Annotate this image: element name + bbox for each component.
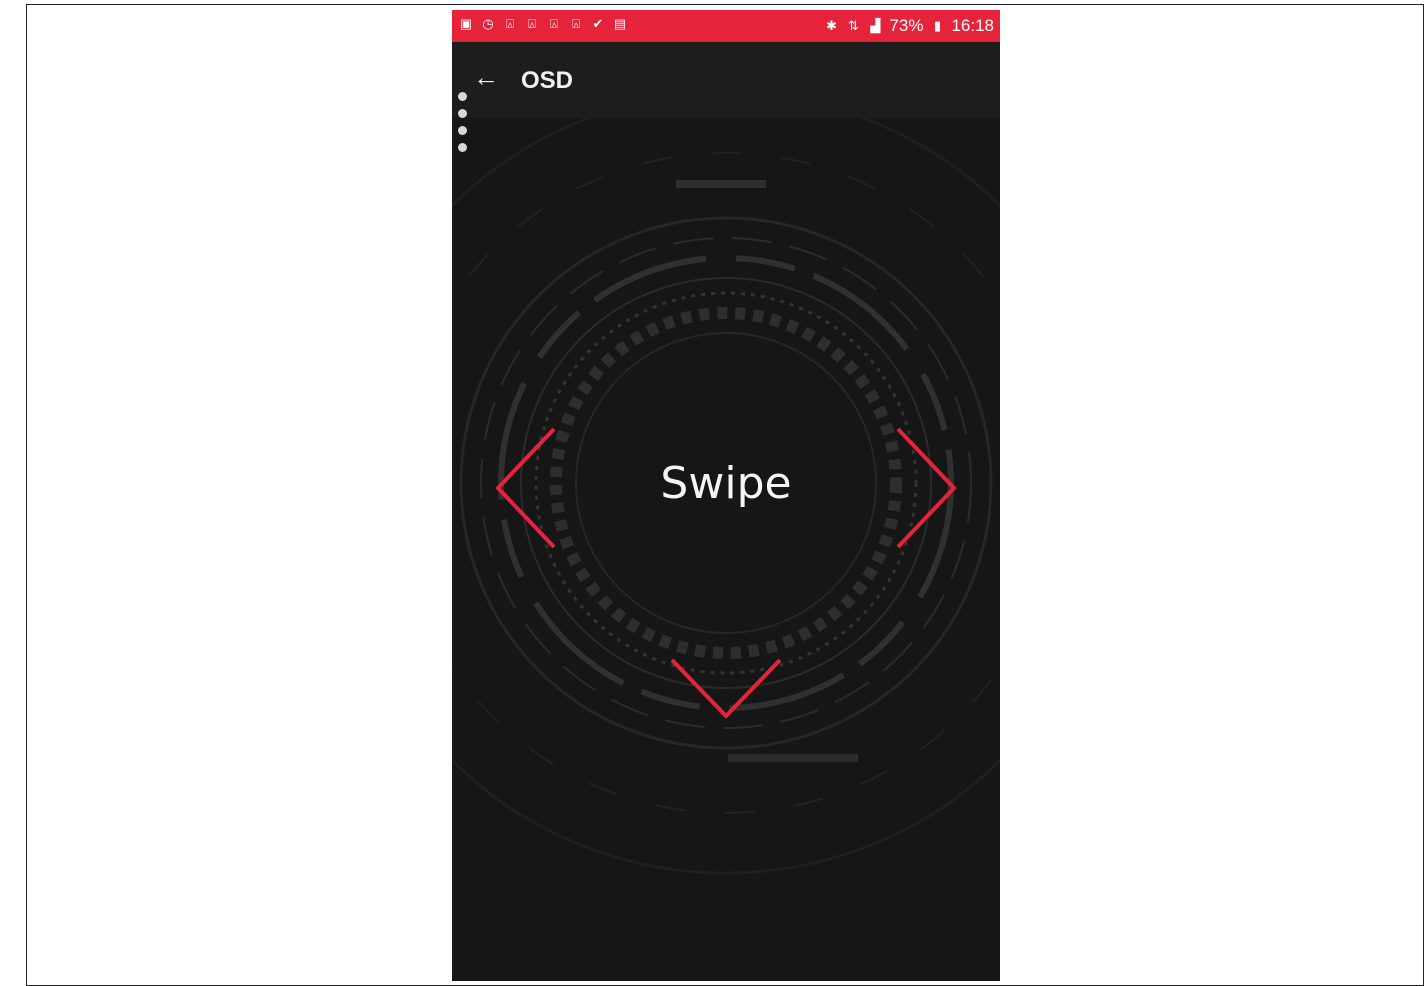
app-bar: ← OSD bbox=[452, 42, 1000, 118]
page-title: OSD bbox=[521, 67, 574, 94]
phone-screen: ▣ ◷ ⍓ ⍓ ⍓ ⍓ ✔ ▤ ✱ ⇅ ▟ 73% ▮ 16:18 ← OSD bbox=[452, 10, 1000, 981]
lock-icon: ⍓ bbox=[528, 16, 536, 31]
notification-icon: ▣ bbox=[459, 16, 473, 31]
bluetooth-icon: ✱ bbox=[825, 18, 837, 33]
status-left-icons: ▣ ◷ ⍓ ⍓ ⍓ ⍓ ✔ ▤ bbox=[458, 16, 628, 32]
image-icon: ▤ bbox=[613, 16, 627, 31]
swipe-label: Swipe bbox=[660, 458, 792, 509]
status-bar: ▣ ◷ ⍓ ⍓ ⍓ ⍓ ✔ ▤ ✱ ⇅ ▟ 73% ▮ 16:18 bbox=[452, 10, 1000, 42]
hud-rings-background bbox=[452, 91, 1000, 875]
check-icon: ✔ bbox=[592, 16, 604, 31]
clock-icon: ◷ bbox=[482, 16, 494, 31]
status-right: ✱ ⇅ ▟ 73% ▮ 16:18 bbox=[823, 16, 994, 36]
clock-time: 16:18 bbox=[951, 16, 994, 35]
lock-icon: ⍓ bbox=[550, 16, 558, 31]
battery-percent: 73% bbox=[889, 16, 924, 35]
lock-icon: ⍓ bbox=[506, 16, 514, 31]
back-arrow-icon[interactable]: ← bbox=[472, 64, 500, 92]
lock-icon: ⍓ bbox=[572, 16, 580, 31]
data-icon: ⇅ bbox=[847, 18, 859, 33]
battery-icon: ▮ bbox=[933, 18, 942, 33]
osd-swipe-area[interactable]: Swipe bbox=[452, 91, 1000, 981]
signal-icon: ▟ bbox=[870, 18, 881, 33]
